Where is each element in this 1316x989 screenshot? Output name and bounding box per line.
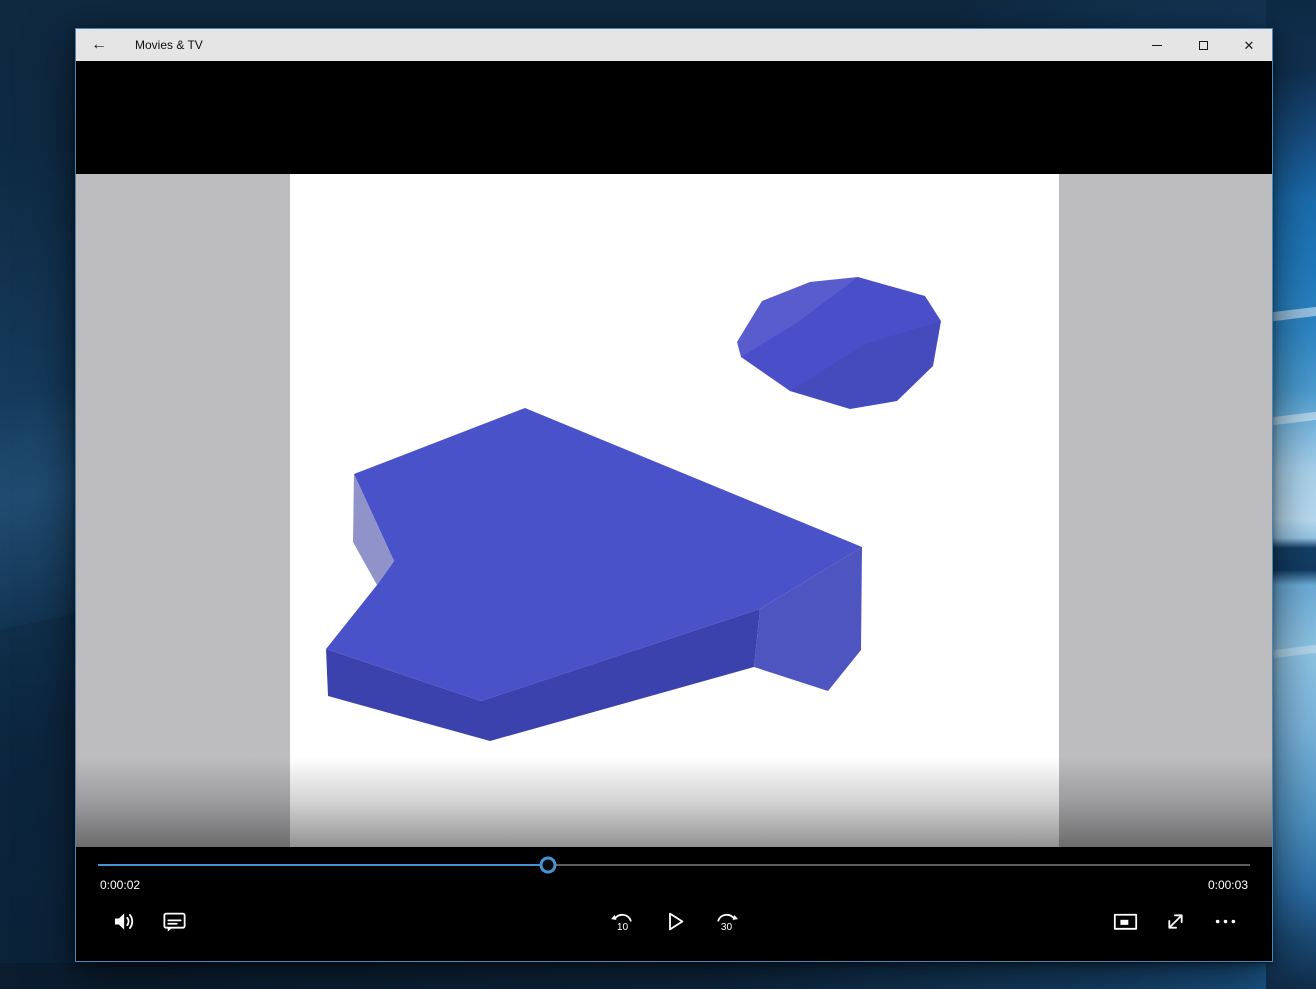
svg-text:30: 30	[720, 921, 732, 932]
play-button[interactable]	[650, 897, 698, 945]
skip-forward-button[interactable]: 30	[702, 897, 750, 945]
minimize-button[interactable]	[1134, 29, 1180, 61]
video-frame[interactable]	[76, 174, 1272, 849]
svg-text:10: 10	[616, 921, 628, 932]
close-icon: ✕	[1243, 37, 1255, 53]
mini-view-button[interactable]	[1101, 897, 1149, 945]
remaining-time: 0:00:03	[1207, 878, 1248, 892]
back-icon: ←	[91, 36, 107, 53]
captions-button[interactable]	[150, 897, 198, 945]
wallpaper-bottom-strip	[0, 963, 1316, 989]
more-options-icon	[1215, 919, 1235, 923]
mini-view-icon	[1113, 913, 1137, 930]
titlebar: ← Movies & TV ✕	[76, 29, 1272, 61]
more-options-button[interactable]	[1201, 897, 1249, 945]
volume-button[interactable]	[100, 897, 148, 945]
playback-controls: 0:00:02 0:00:03 10 30	[76, 847, 1272, 961]
desktop-wallpaper: { "window": { "title": "Movies & TV", "b…	[0, 0, 1316, 989]
app-window: ← Movies & TV ✕ 0:00:02 0:00:03 10 30	[75, 28, 1273, 962]
volume-icon	[114, 912, 133, 930]
fullscreen-button[interactable]	[1151, 897, 1199, 945]
maximize-button[interactable]	[1180, 29, 1226, 61]
maximize-icon	[1198, 40, 1208, 50]
seek-thumb[interactable]	[539, 856, 557, 874]
closed-captions-icon	[162, 912, 186, 932]
fullscreen-icon	[1167, 913, 1183, 929]
seek-bar[interactable]	[98, 856, 1250, 874]
seek-bar-played	[98, 864, 549, 866]
window-title: Movies & TV	[135, 38, 203, 52]
close-button[interactable]: ✕	[1226, 29, 1272, 61]
elapsed-time: 0:00:02	[100, 878, 141, 892]
video-screen	[290, 174, 1059, 849]
play-icon	[668, 912, 683, 930]
minimize-icon	[1152, 44, 1162, 46]
pillarbox-left	[76, 174, 290, 849]
skip-forward-30-icon: 30	[716, 913, 738, 932]
wallpaper-right-beams	[1261, 0, 1316, 989]
back-button[interactable]: ←	[76, 29, 122, 61]
pillarbox-right	[1059, 174, 1272, 849]
video-stage[interactable]: 0:00:02 0:00:03 10 30	[76, 61, 1272, 961]
skip-back-10-icon: 10	[610, 913, 632, 932]
skip-back-button[interactable]: 10	[598, 897, 646, 945]
video-content	[326, 277, 941, 741]
window-caption-controls: ✕	[1134, 29, 1272, 61]
